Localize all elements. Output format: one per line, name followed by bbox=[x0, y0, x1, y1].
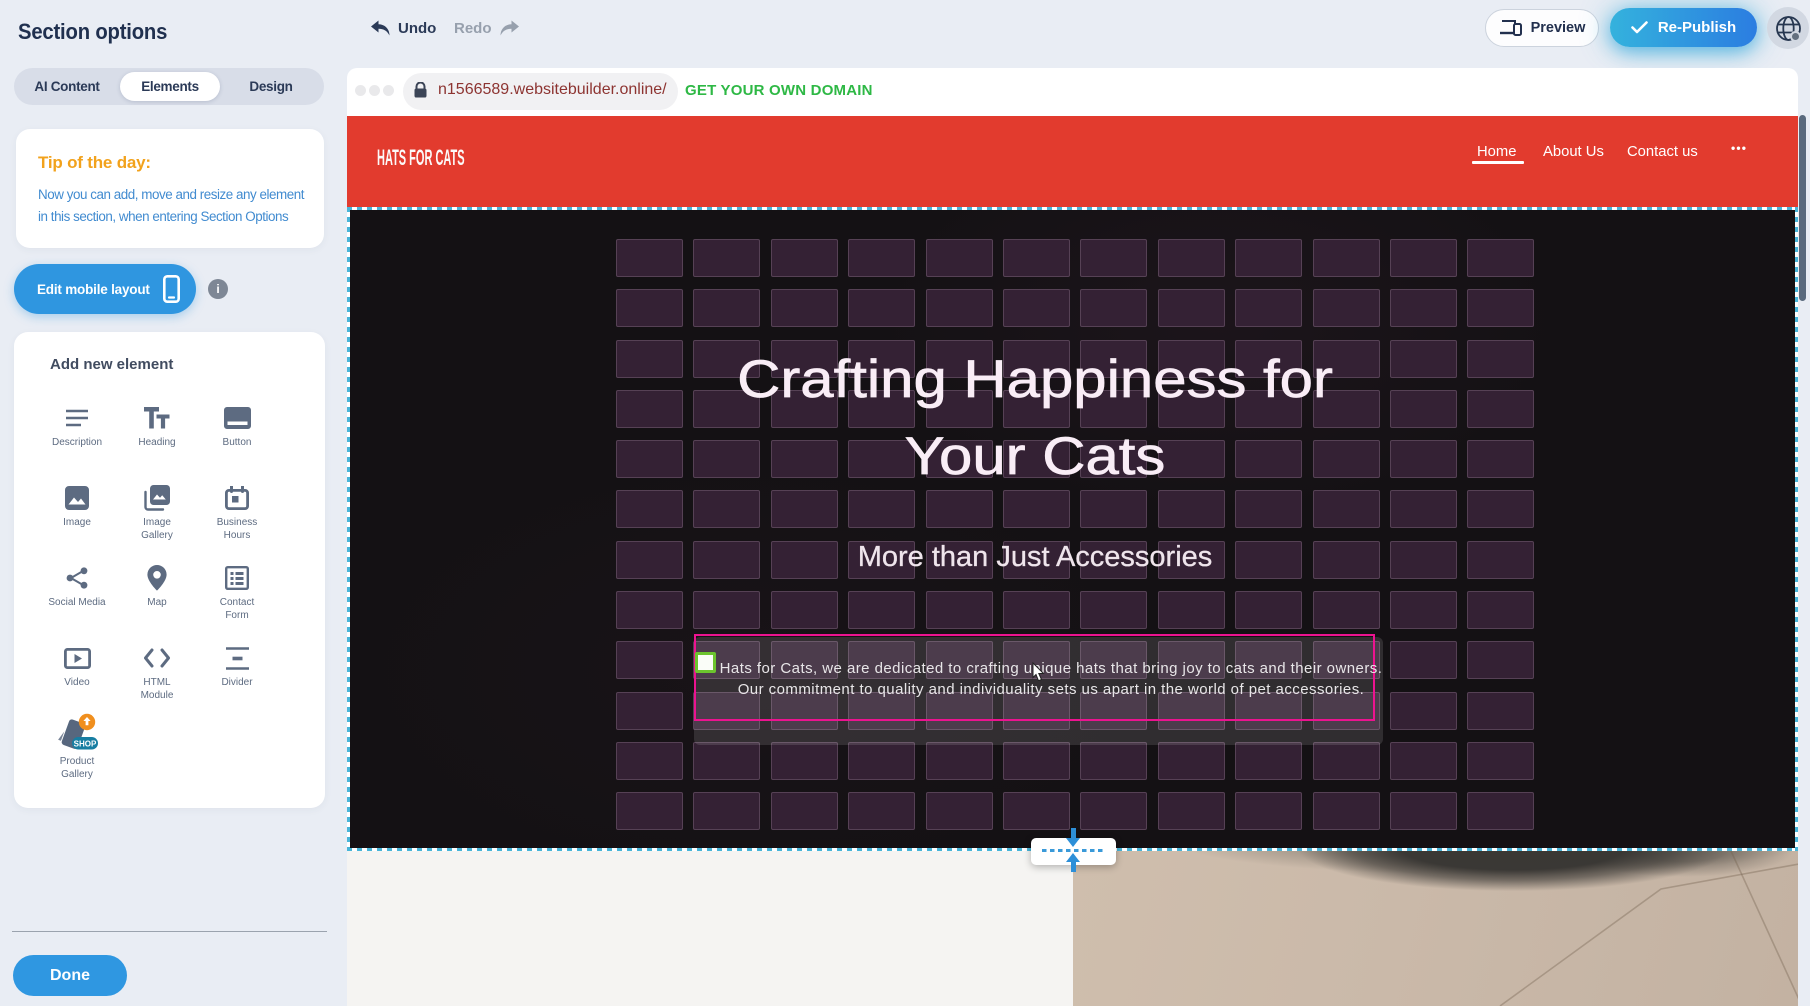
svg-text:SHOP: SHOP bbox=[74, 740, 97, 749]
